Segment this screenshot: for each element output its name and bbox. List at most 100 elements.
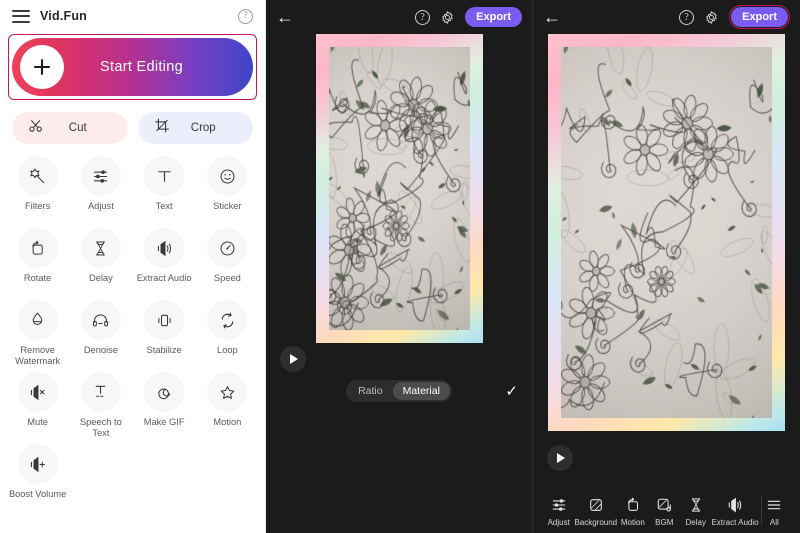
toolbar-delay[interactable]: Delay: [680, 496, 711, 527]
start-editing-button[interactable]: Start Editing: [12, 38, 253, 96]
toolbar-label: Motion: [621, 518, 645, 527]
tool-label: Stabilize: [147, 345, 182, 357]
headphones-icon: [81, 300, 121, 340]
toolbar-label: Adjust: [548, 518, 570, 527]
right-editor-panel: ← ? Export Adjust Background Motion BGM …: [533, 0, 800, 533]
loop-icon: [207, 300, 247, 340]
rotate-icon: [18, 228, 58, 268]
tool-rotate[interactable]: Rotate: [6, 228, 69, 296]
play-icon: [557, 453, 565, 463]
tool-denoise[interactable]: Denoise: [69, 300, 132, 368]
holographic-frame: [548, 34, 785, 431]
speaker-icon: [726, 496, 744, 514]
tool-text[interactable]: Text: [133, 156, 196, 224]
stabilize-icon: [144, 300, 184, 340]
crop-button[interactable]: Crop: [138, 112, 254, 144]
tool-speed[interactable]: Speed: [196, 228, 259, 296]
right-header: ← ? Export: [533, 0, 800, 34]
tool-grid: Filters Adjust Text Sticker Rotate Delay…: [0, 148, 265, 512]
export-button[interactable]: Export: [465, 7, 522, 27]
middle-header: ← ? Export: [266, 0, 532, 34]
help-question-icon[interactable]: ?: [415, 10, 430, 25]
background-icon: [587, 496, 605, 514]
tool-delay[interactable]: Delay: [69, 228, 132, 296]
check-icon[interactable]: ✓: [505, 382, 518, 400]
tool-extract-audio[interactable]: Extract Audio: [133, 228, 196, 296]
tool-label: Delay: [89, 273, 113, 285]
scissors-icon: [28, 118, 44, 139]
speaker-plus-icon: [18, 444, 58, 484]
video-preview[interactable]: [561, 47, 772, 418]
play-button[interactable]: [280, 346, 306, 372]
middle-editor-panel: ← ? Export Ratio Material ✓ Blur Col: [266, 0, 533, 533]
segment-material[interactable]: Material: [393, 382, 450, 400]
play-button[interactable]: [547, 445, 573, 471]
tool-label: Make GIF: [144, 417, 185, 429]
export-highlight: Export: [729, 5, 790, 29]
bgm-music-icon: [655, 496, 673, 514]
tool-label: Rotate: [24, 273, 51, 285]
gear-icon[interactable]: [440, 10, 455, 25]
cut-button[interactable]: Cut: [12, 112, 128, 144]
tool-label: Text: [156, 201, 173, 213]
toolbar-motion[interactable]: Motion: [617, 496, 648, 527]
tool-label: Boost Volume: [9, 489, 66, 501]
text-t-icon: [144, 156, 184, 196]
segment-ratio[interactable]: Ratio: [348, 382, 393, 400]
watermark-droplet-icon: [18, 300, 58, 340]
toolbar-label: Extract Audio: [711, 518, 758, 527]
app-title: Vid.Fun: [40, 9, 87, 23]
tool-remove-watermark[interactable]: Remove Watermark: [6, 300, 69, 368]
tool-stabilize[interactable]: Stabilize: [133, 300, 196, 368]
speaker-mute-icon: [18, 372, 58, 412]
tool-motion[interactable]: Motion: [196, 372, 259, 440]
toolbar-bgm[interactable]: BGM: [649, 496, 680, 527]
toolbar-all[interactable]: All: [759, 496, 790, 527]
tool-label: Motion: [213, 417, 241, 429]
right-preview-holder: [533, 34, 800, 431]
make-gif-icon: [144, 372, 184, 412]
tool-label: Remove Watermark: [8, 345, 68, 368]
help-question-icon[interactable]: ?: [238, 9, 253, 24]
tool-make-gif[interactable]: Make GIF: [133, 372, 196, 440]
tool-label: Sticker: [213, 201, 241, 213]
tool-filters[interactable]: Filters: [6, 156, 69, 224]
hamburger-menu-icon[interactable]: [12, 10, 30, 23]
sliders-icon: [550, 496, 568, 514]
play-icon: [290, 354, 298, 364]
smiley-sticker-icon: [207, 156, 247, 196]
speaker-icon: [144, 228, 184, 268]
tool-sticker[interactable]: Sticker: [196, 156, 259, 224]
hourglass-icon: [687, 496, 705, 514]
back-arrow-icon[interactable]: ←: [276, 8, 294, 26]
toolbar-extract-audio[interactable]: Extract Audio: [711, 496, 758, 527]
plus-icon: [20, 45, 64, 89]
gear-icon[interactable]: [704, 10, 719, 25]
speech-to-text-icon: [81, 372, 121, 412]
help-question-icon[interactable]: ?: [679, 10, 694, 25]
left-panel: Vid.Fun ? Start Editing Cut Crop Filters…: [0, 0, 266, 533]
toolbar-label: Delay: [686, 518, 706, 527]
tool-label: Mute: [27, 417, 48, 429]
toolbar-label: BGM: [655, 518, 673, 527]
magic-wand-icon: [18, 156, 58, 196]
tool-adjust[interactable]: Adjust: [69, 156, 132, 224]
toolbar-adjust[interactable]: Adjust: [543, 496, 574, 527]
toolbar-label: Background: [574, 518, 617, 527]
speedometer-icon: [207, 228, 247, 268]
tool-loop[interactable]: Loop: [196, 300, 259, 368]
tool-label: Speed: [214, 273, 241, 285]
tool-boost-volume[interactable]: Boost Volume: [6, 444, 69, 512]
tool-mute[interactable]: Mute: [6, 372, 69, 440]
video-preview[interactable]: [329, 47, 470, 330]
toolbar-background[interactable]: Background: [574, 496, 617, 527]
tool-speech-to-text[interactable]: Speech to Text: [69, 372, 132, 440]
motion-icon: [624, 496, 642, 514]
toolbar-label: All: [770, 518, 779, 527]
export-button[interactable]: Export: [731, 7, 788, 27]
sliders-icon: [81, 156, 121, 196]
tool-label: Extract Audio: [137, 273, 192, 285]
back-arrow-icon[interactable]: ←: [543, 8, 561, 26]
ratio-material-toggle-row: Ratio Material ✓: [266, 380, 532, 402]
bottom-toolbar: Adjust Background Motion BGM Delay Extra…: [533, 496, 800, 527]
